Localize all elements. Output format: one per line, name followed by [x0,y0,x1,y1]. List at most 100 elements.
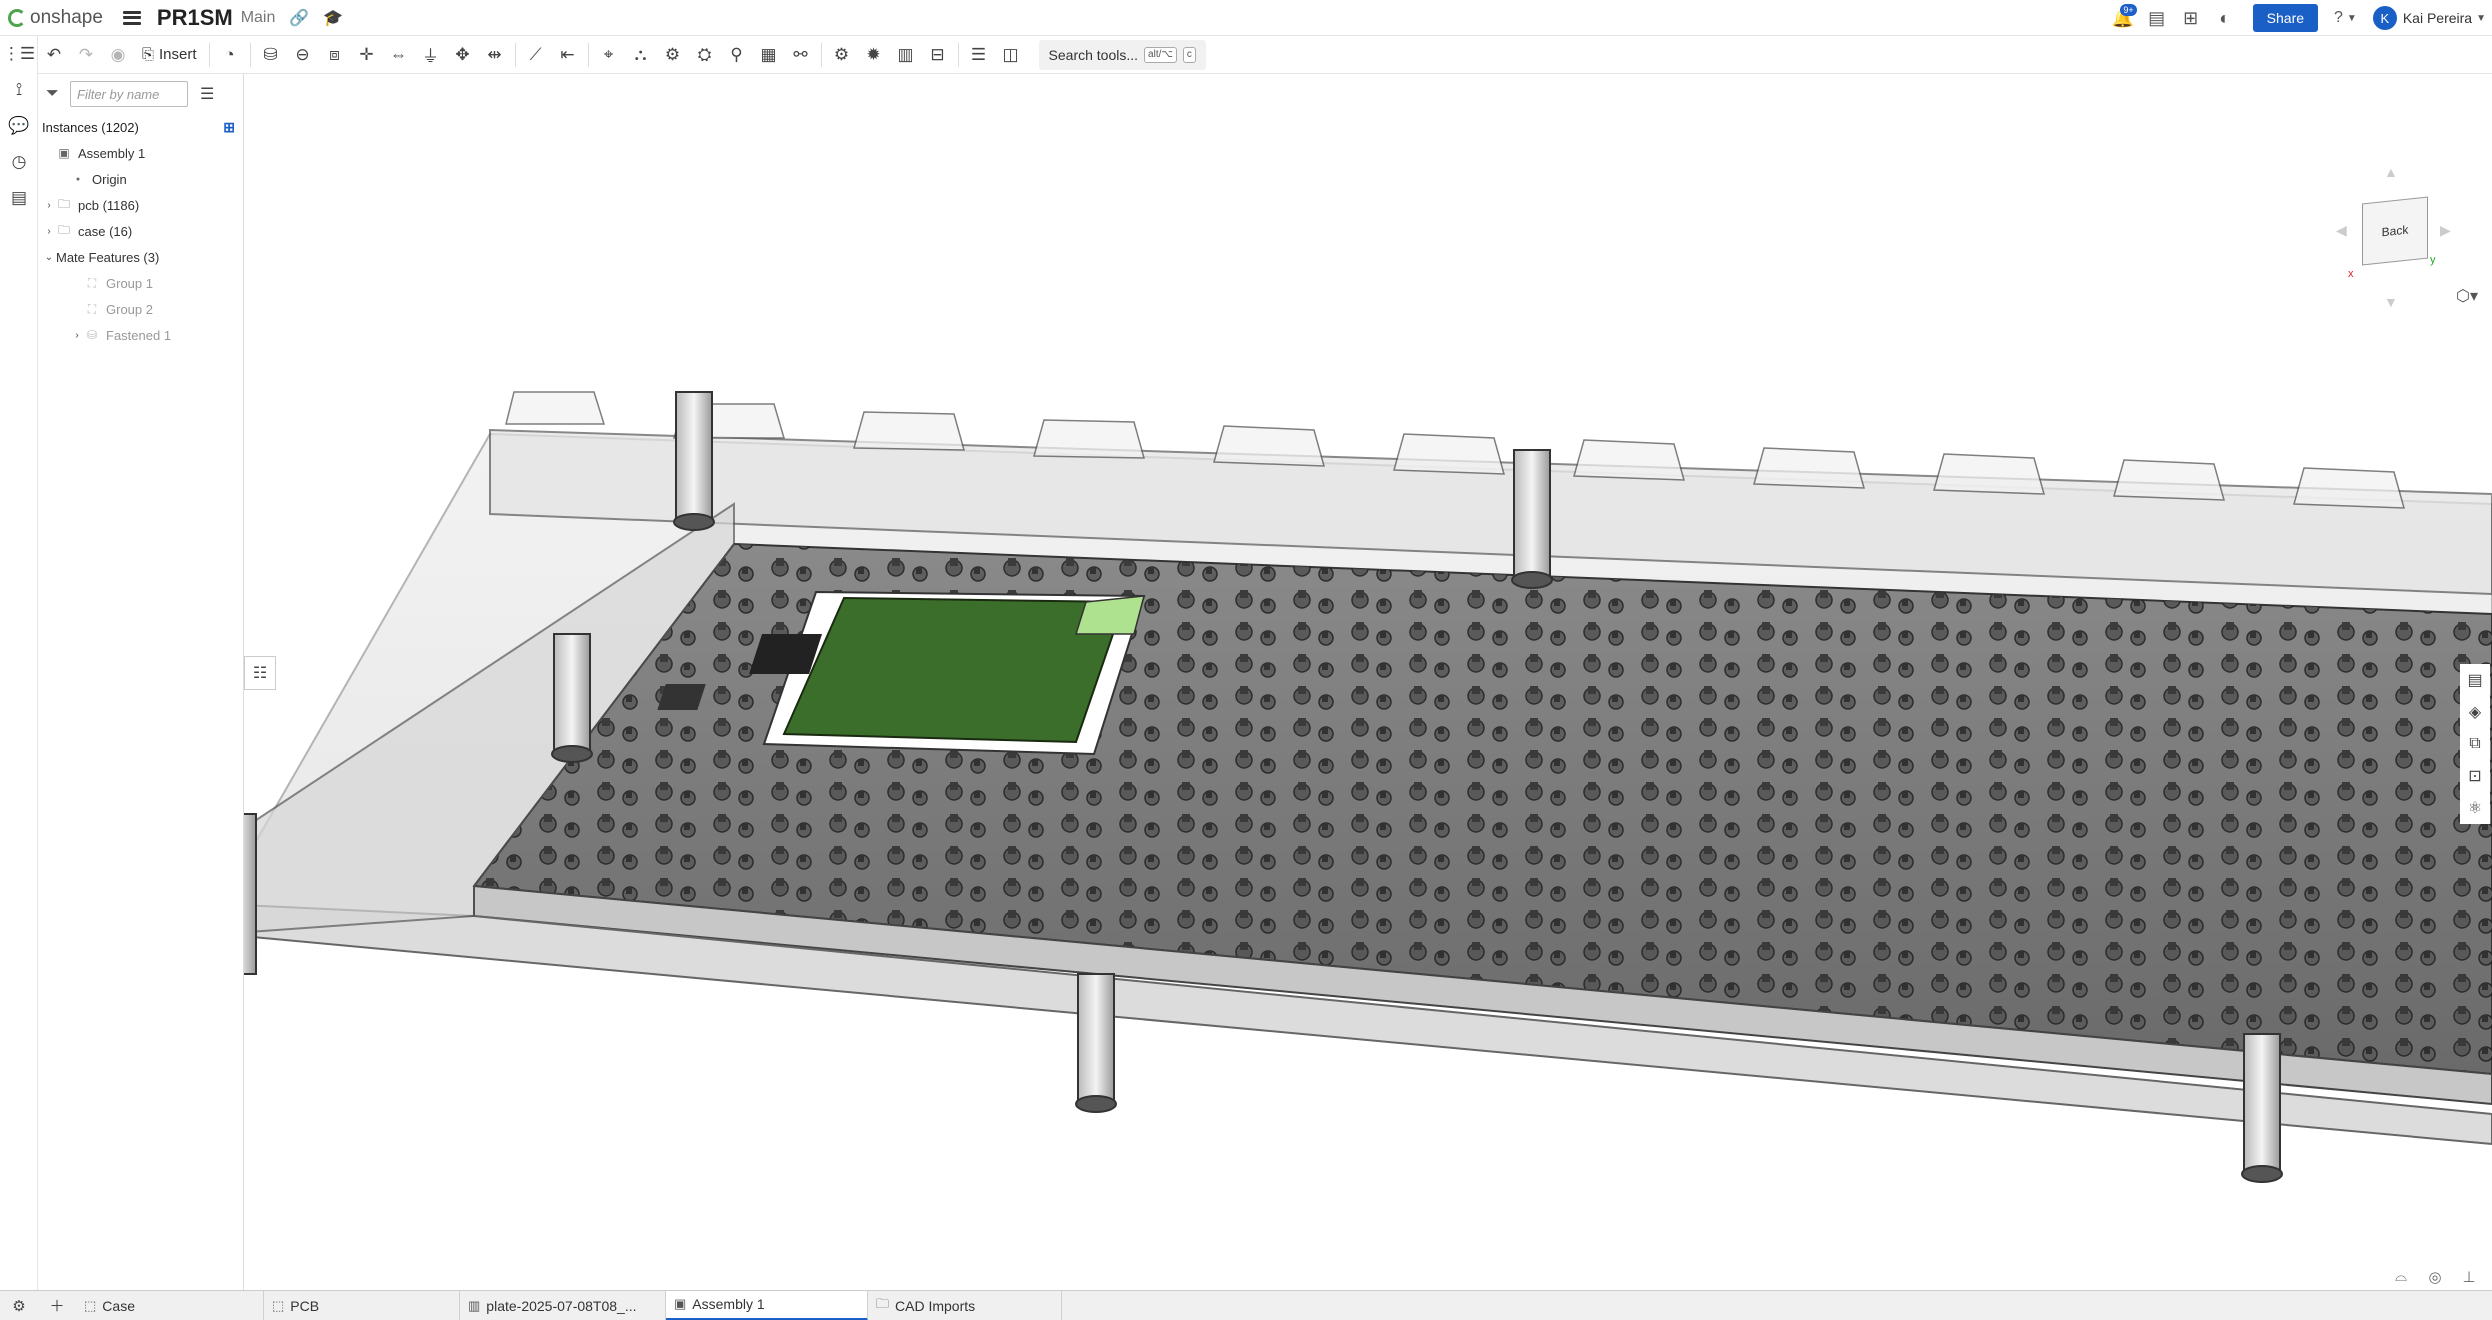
configurations-icon[interactable]: ◉ [102,40,134,70]
bom-panel-icon[interactable]: ▤ [0,180,38,216]
width-mate-icon[interactable]: ⇤ [552,40,584,70]
configuration-panel-icon[interactable]: ⊡ [2460,760,2490,792]
tab-pcb[interactable]: ⬚ PCB [264,1290,460,1320]
display-states-icon[interactable]: ⚯ [785,40,817,70]
rotate-down-arrow-icon[interactable]: ▼ [2384,294,2398,310]
history-icon[interactable]: ◷ [0,144,38,180]
mate-connector-icon[interactable]: ⌖ [593,40,625,70]
document-title[interactable]: PR1SM [157,5,233,31]
tab-assembly-1[interactable]: ▣ Assembly 1 [666,1290,868,1320]
slider-mate-icon[interactable]: ⧈ [319,40,351,70]
rotate-left-arrow-icon[interactable]: ◀ [2336,222,2347,239]
onshape-app: onshape PR1SM Main 🔗 🎓 🔔 9+ ▤ ⊞ ◐ Share ?… [0,0,2492,1320]
rack-pinion-icon[interactable]: ⛭ [689,40,721,70]
section-icon[interactable]: ⊥ [2452,1268,2486,1286]
view-cube[interactable]: ▲ ◀ ▶ ▼ Back x y [2332,164,2452,314]
tab-cad-imports[interactable]: 🗀 CAD Imports [868,1290,1062,1320]
bom-table-icon[interactable]: ⧉ [2460,728,2490,760]
tree-item[interactable]: › ⛁ Fastened 1 [38,322,243,348]
right-panel-rail: ▤ ◈ ⧉ ⊡ ⚛ [2460,664,2490,824]
tree-item[interactable]: ⛶ Group 2 [38,296,243,322]
comments-icon[interactable]: 💬 [0,108,38,144]
filter-input[interactable] [70,81,188,107]
list-view-icon[interactable]: ☰ [200,84,214,104]
filter-icon[interactable]: ⏷ [46,85,70,103]
hamburger-menu-icon[interactable] [122,10,141,25]
tab-case[interactable]: ⬚ Case [76,1290,264,1320]
undo-icon[interactable]: ↶ [38,40,70,70]
toggle-panel-icon[interactable]: ☷ [244,656,276,690]
appearance-icon[interactable]: ◐ [2211,4,2239,32]
view-cube-face[interactable]: Back [2362,196,2428,266]
pin-slot-mate-icon[interactable]: ⏚ [415,40,447,70]
keyboard-assembly-model[interactable] [244,74,2492,1290]
explode-icon[interactable]: ⊟ [922,40,954,70]
add-tab-icon[interactable]: ＋ [38,1291,76,1320]
tree-item[interactable]: ⌄ Mate Features (3) [38,244,243,270]
group-icon[interactable]: ⛬ [625,40,657,70]
feature-list-icon[interactable]: ⋮☰ [0,36,38,72]
graphics-viewport[interactable]: ▲ ◀ ▶ ▼ Back x y ⬡▾ ▤ ◈ ⧉ ⊡ ⚛ ⌓ ◎ ⊥ [244,74,2492,1290]
link-icon[interactable]: 🔗 [289,8,309,28]
tree-item[interactable]: ▣ Assembly 1 [38,140,243,166]
rotate-up-arrow-icon[interactable]: ▲ [2384,164,2398,180]
user-menu[interactable]: K Kai Pereira ▼ [2372,6,2486,30]
notifications-bell-icon[interactable]: 🔔 9+ [2109,4,2137,32]
branch-label[interactable]: Main [241,9,276,27]
expand-chevron-icon[interactable]: › [70,330,84,341]
revolute-mate-icon[interactable]: ⊖ [287,40,319,70]
view-tools: ⌓ ◎ ⊥ [2384,1268,2486,1286]
app-store-icon[interactable]: ▤ [2143,4,2171,32]
onshape-logo[interactable]: onshape [8,0,103,36]
help-menu[interactable]: ? ▼ [2334,9,2357,27]
circular-pattern-icon[interactable]: ✹ [858,40,890,70]
drawing-icon: ▥ [468,1297,481,1313]
tree-item-label: Mate Features (3) [56,249,160,265]
custom-features-icon[interactable]: ⚛ [2460,792,2490,824]
tab-label: CAD Imports [895,1297,976,1314]
shortcut-key-c: c [1182,46,1196,63]
share-button[interactable]: Share [2252,4,2319,32]
tab-manager-icon[interactable]: ⚙ [0,1291,38,1320]
bom-icon[interactable]: ☰ [963,40,995,70]
expand-chevron-icon[interactable]: › [42,226,56,237]
named-positions-icon[interactable]: ◫ [995,40,1027,70]
properties-panel-icon[interactable]: ▤ [2460,664,2490,696]
gear-relation-icon[interactable]: ⚙ [657,40,689,70]
tree-item[interactable]: › 🗀 case (16) [38,218,243,244]
part-studio-icon: ⬚ [84,1297,97,1313]
expand-chevron-icon[interactable]: › [42,200,56,211]
insert-button[interactable]: ⎘ Insert [134,40,205,70]
tree-item[interactable]: ● Origin [38,166,243,192]
logo-text: onshape [30,6,103,28]
planar-mate-icon[interactable]: ✛ [351,40,383,70]
screw-relation-icon[interactable]: ⚲ [721,40,753,70]
view-options-icon[interactable]: ⬡▾ [2456,286,2478,306]
versions-icon[interactable]: ⊞ [2177,4,2205,32]
redo-icon[interactable]: ↷ [70,40,102,70]
parallel-mate-icon[interactable]: ⇹ [479,40,511,70]
folder-icon: 🗀 [57,222,70,237]
cylindrical-mate-icon[interactable]: ⇔ [383,40,415,70]
rotate-right-arrow-icon[interactable]: ▶ [2440,222,2451,239]
section-view-icon[interactable]: ▥ [890,40,922,70]
tab-plate-2025-07-08t08[interactable]: ▥ plate-2025-07-08T08_... [460,1290,666,1320]
replicate-icon[interactable]: ◔ [214,40,246,70]
measure-icon[interactable]: ⌓ [2384,1268,2418,1286]
ball-mate-icon[interactable]: ✥ [447,40,479,70]
linear-relation-icon[interactable]: ▦ [753,40,785,70]
tangent-mate-icon[interactable]: ⟋ [520,40,552,70]
tab-label: plate-2025-07-08T08_... [486,1297,637,1314]
mate-features-icon[interactable]: ⟟ [0,72,38,108]
appearance-panel-icon[interactable]: ◈ [2460,696,2490,728]
new-folder-icon[interactable]: ⊞ [223,119,235,136]
expand-chevron-icon[interactable]: ⌄ [42,252,56,263]
tree-item[interactable]: › 🗀 pcb (1186) [38,192,243,218]
group-icon: ⛶ [87,275,97,290]
linear-pattern-icon[interactable]: ⚙ [826,40,858,70]
fastened-mate-icon[interactable]: ⛁ [255,40,287,70]
search-tools-button[interactable]: Search tools... alt/⌥ c [1038,39,1206,70]
mass-properties-icon[interactable]: ◎ [2418,1268,2452,1286]
tree-item[interactable]: ⛶ Group 1 [38,270,243,296]
learning-center-icon[interactable]: 🎓 [323,8,343,28]
